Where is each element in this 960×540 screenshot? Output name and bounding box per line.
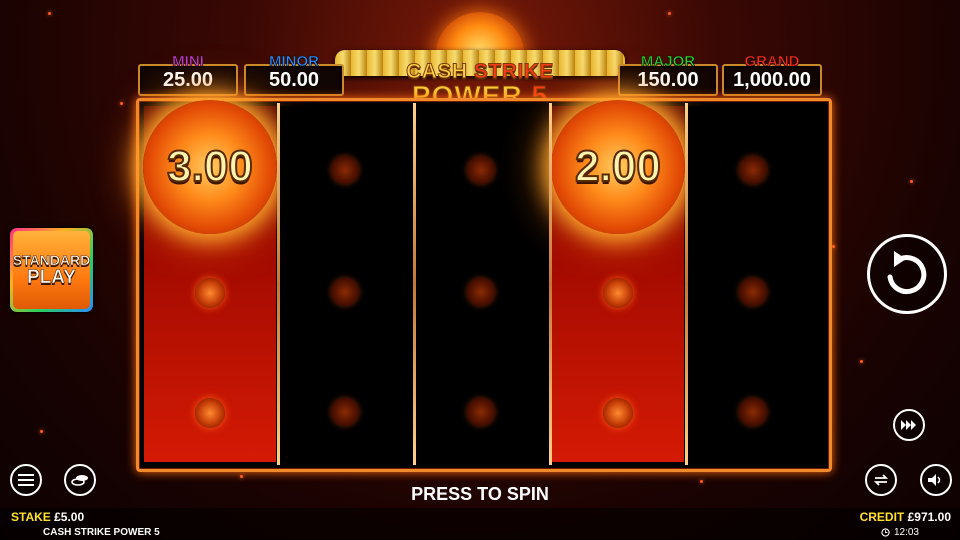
ember-particle <box>832 245 835 248</box>
jackpot-label: MINOR <box>269 53 320 71</box>
menu-icon <box>18 474 34 486</box>
standard-play-label-1: STANDARD <box>12 251 91 268</box>
ember-particle <box>860 360 863 363</box>
empty-orb-slot <box>331 156 359 184</box>
jackpot-major: MAJOR 150.00 <box>618 53 718 96</box>
jackpot-value: 150.00 <box>637 69 699 91</box>
jackpot-minor: MINOR 50.00 <box>244 53 344 96</box>
reel-1: 3.00 <box>143 100 277 462</box>
reel-4: 2.00 <box>551 100 685 462</box>
reel-divider <box>277 103 280 465</box>
spin-icon <box>887 251 927 295</box>
empty-orb-slot <box>739 398 767 426</box>
jackpot-value: 1,000.00 <box>733 69 811 91</box>
jackpot-value: 25.00 <box>162 69 214 91</box>
empty-orb-slot <box>467 398 495 426</box>
reel-divider <box>685 103 688 465</box>
empty-orb-slot <box>467 156 495 184</box>
sound-button[interactable] <box>920 464 952 496</box>
stake-value: £5.00 <box>54 510 85 524</box>
bet-button[interactable] <box>64 464 96 496</box>
cash-orb: 2.00 <box>551 100 685 234</box>
clock-icon <box>881 528 890 537</box>
ember-particle <box>120 102 123 105</box>
ember-particle <box>668 12 671 15</box>
ember-particle <box>48 12 51 15</box>
empty-orb-slot <box>739 156 767 184</box>
clock-time: 12:03 <box>893 527 919 538</box>
stake-display: STAKE £5.00 <box>11 510 84 524</box>
game-name-text: CASH STRIKE POWER 5 <box>43 527 160 538</box>
empty-orb-slot <box>603 398 633 428</box>
cash-orb: 3.00 <box>143 100 277 234</box>
jackpot-value: 50.00 <box>268 69 320 91</box>
standard-play-button[interactable]: STANDARD PLAY <box>10 228 93 312</box>
jackpot-label: MINI <box>172 53 204 71</box>
stake-label: STAKE <box>11 510 51 524</box>
empty-orb-slot <box>195 278 225 308</box>
credit-value: £971.00 <box>907 510 951 524</box>
cash-orb-value: 3.00 <box>166 141 254 192</box>
jackpot-label: GRAND <box>744 53 800 71</box>
turbo-button[interactable] <box>893 409 925 441</box>
reel-divider <box>549 103 552 465</box>
ember-particle <box>40 430 43 433</box>
empty-orb-slot <box>467 278 495 306</box>
standard-play-label-2: PLAY <box>27 266 77 288</box>
ember-particle <box>910 180 913 183</box>
ember-particle <box>700 480 703 483</box>
spin-button[interactable] <box>867 234 947 314</box>
jackpot-grand: GRAND 1,000.00 <box>722 53 822 96</box>
standard-play-face: STANDARD PLAY <box>12 231 91 309</box>
reel-grid: 3.00 2.00 <box>136 98 832 472</box>
empty-orb-slot <box>739 278 767 306</box>
jackpot-mini: MINI 25.00 <box>138 53 238 96</box>
empty-orb-slot <box>603 278 633 308</box>
empty-orb-slot <box>331 278 359 306</box>
empty-orb-slot <box>195 398 225 428</box>
credit-display: CREDIT £971.00 <box>860 510 951 524</box>
press-to-spin-text: PRESS TO SPIN <box>411 484 549 504</box>
cash-orb-value: 2.00 <box>574 141 662 192</box>
autoplay-button[interactable] <box>865 464 897 496</box>
reel-5 <box>688 106 820 462</box>
empty-orb-slot <box>331 398 359 426</box>
credit-label: CREDIT <box>859 510 905 524</box>
menu-button[interactable] <box>10 464 42 496</box>
autoplay-icon <box>873 474 889 486</box>
reel-3 <box>416 106 548 462</box>
clock-display: 12:03 <box>881 527 919 538</box>
jackpot-label: MAJOR <box>640 53 696 71</box>
ember-particle <box>240 475 243 478</box>
reel-divider <box>413 103 416 465</box>
game-logo: CASH STRIKE POWER 5 <box>335 12 625 112</box>
reel-2 <box>280 106 412 462</box>
speaker-icon <box>928 474 941 486</box>
coins-icon <box>71 475 88 486</box>
fast-forward-icon <box>901 420 916 430</box>
